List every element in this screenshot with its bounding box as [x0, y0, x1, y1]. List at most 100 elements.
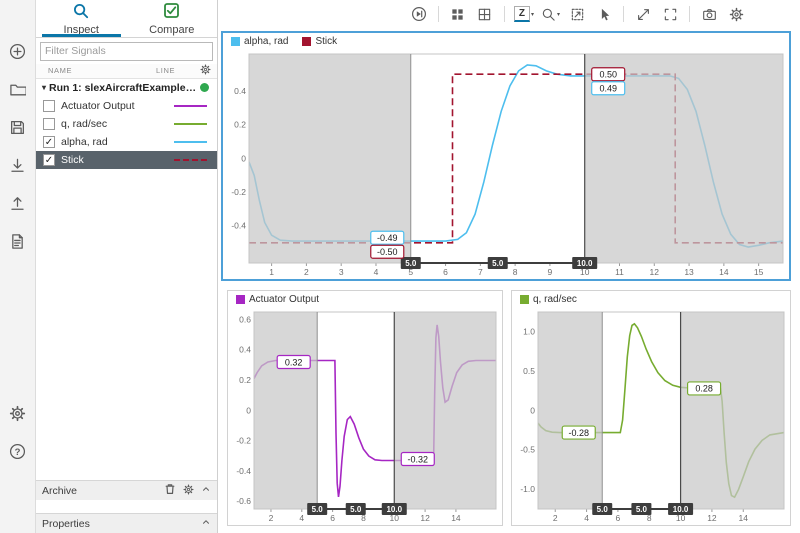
- layout-grid-icon[interactable]: [448, 4, 468, 24]
- zoom-time-button[interactable]: Z ▾: [513, 6, 534, 22]
- cursor-value: 0.28: [695, 384, 713, 394]
- x-tick-label: 2: [304, 267, 309, 277]
- x-tick-label: 14: [739, 513, 749, 523]
- compare-check-icon: [163, 2, 181, 23]
- toolbar-separator: [623, 6, 624, 22]
- open-folder-icon[interactable]: [7, 78, 29, 100]
- archive-gear-icon[interactable]: [183, 483, 194, 498]
- plot-canvas-q[interactable]: 1.00.50-0.5-1.02 4 6 8 10 12 145.0 5.0 10.0-0.28…: [512, 307, 790, 525]
- legend-item[interactable]: q, rad/sec: [520, 294, 577, 305]
- preferences-gear-icon[interactable]: [7, 402, 29, 424]
- import-icon[interactable]: [7, 154, 29, 176]
- signal-checkbox[interactable]: ✓: [43, 153, 55, 166]
- signal-row-q-rad-sec[interactable]: q, rad/sec: [36, 115, 217, 133]
- cursor-delta-badge-label: 5.0: [636, 505, 648, 514]
- x-tick-label: 7: [478, 267, 483, 277]
- legend-swatch-icon: [231, 36, 240, 46]
- x-tick-label: 13: [684, 267, 694, 277]
- cursor2-time-badge-label: 10.0: [673, 505, 689, 514]
- signal-checkbox[interactable]: ✓: [43, 135, 55, 148]
- signals-panel: Inspect Compare NAME LINE ▾ Run 1: slexA…: [36, 0, 218, 533]
- zoom-dropdown-button[interactable]: ▾: [541, 7, 560, 22]
- signal-checkbox[interactable]: [43, 99, 55, 112]
- plot-canvas-actuator-output[interactable]: 0.60.40.20-0.2-0.4-0.62 4 6 8 10 12 145.0 5.0 10…: [228, 307, 502, 525]
- cursor-value: 0.32: [285, 357, 303, 367]
- add-icon[interactable]: [7, 40, 29, 62]
- tab-compare[interactable]: Compare: [127, 0, 218, 37]
- column-line: LINE: [156, 66, 176, 75]
- signal-checkbox[interactable]: [43, 117, 55, 130]
- x-tick-label: 14: [451, 513, 461, 523]
- legend-item[interactable]: Actuator Output: [236, 294, 319, 305]
- plot-panel-q[interactable]: q, rad/sec 1.0 0.5 0 -0.5 -1.0 2 4 6 8 10 12 14 5.0 5…: [511, 290, 791, 526]
- dim-region-right: [394, 312, 496, 509]
- x-tick-label: 6: [616, 513, 621, 523]
- layout-subplots-icon[interactable]: [475, 4, 495, 24]
- fit-to-view-icon[interactable]: [567, 4, 587, 24]
- search-icon: [72, 2, 90, 23]
- signal-line-sample-icon: [174, 104, 207, 107]
- legend-label: Stick: [315, 35, 338, 47]
- table-gear-icon[interactable]: [200, 64, 211, 77]
- x-tick-label: 11: [615, 267, 624, 277]
- help-icon[interactable]: ?: [7, 440, 29, 462]
- legend-item[interactable]: Stick: [302, 36, 337, 47]
- signal-row-actuator-output[interactable]: Actuator Output: [36, 97, 217, 115]
- properties-bar[interactable]: Properties: [36, 513, 217, 533]
- properties-chevron-up-icon[interactable]: [201, 517, 211, 530]
- x-tick-label: 1: [269, 267, 274, 277]
- plot-settings-gear-icon[interactable]: [726, 4, 746, 24]
- x-tick-label: 4: [299, 513, 304, 523]
- export-icon[interactable]: [7, 192, 29, 214]
- plot-legend: alpha, rad Stick: [223, 33, 789, 49]
- y-tick-label: -0.2: [231, 187, 246, 197]
- archive-chevron-up-icon[interactable]: [201, 484, 211, 497]
- x-tick-label: 6: [330, 513, 335, 523]
- toolbar-separator: [503, 6, 505, 22]
- cursor-value: 0.49: [599, 84, 617, 94]
- y-tick-label: 0: [246, 405, 251, 415]
- chevron-down-icon: ▾: [530, 11, 534, 18]
- signal-name: Stick: [61, 153, 84, 166]
- legend-label: alpha, rad: [244, 35, 289, 47]
- expand-icon[interactable]: [633, 4, 653, 24]
- pointer-icon[interactable]: [594, 4, 614, 24]
- snapshot-camera-icon[interactable]: [699, 4, 719, 24]
- toolbar-separator: [437, 6, 439, 22]
- x-tick-label: 12: [650, 267, 660, 277]
- x-tick-label: 2: [553, 513, 558, 523]
- signal-row-stick[interactable]: ✓ Stick: [36, 150, 217, 169]
- archive-label: Archive: [42, 484, 78, 497]
- tab-inspect[interactable]: Inspect: [36, 0, 127, 37]
- run-expand-caret-icon[interactable]: ▾: [42, 83, 46, 92]
- fullscreen-icon[interactable]: [660, 4, 680, 24]
- y-tick-label: 0.4: [234, 86, 246, 96]
- legend-swatch-icon: [302, 36, 312, 46]
- legend-item[interactable]: alpha, rad: [231, 36, 288, 47]
- dim-region-right: [680, 312, 784, 509]
- archive-bar[interactable]: Archive: [36, 480, 217, 500]
- plot-legend: Actuator Output: [228, 291, 502, 307]
- dim-region-left: [254, 312, 318, 509]
- cursor2-time-badge-label: 10.0: [386, 505, 402, 514]
- legend-swatch-icon: [520, 294, 529, 304]
- trash-icon[interactable]: [164, 483, 176, 498]
- y-tick-label: 0.5: [523, 366, 535, 376]
- chevron-down-icon: ▾: [556, 11, 560, 18]
- step-forward-icon[interactable]: [409, 4, 429, 24]
- filter-signals-input[interactable]: [40, 41, 213, 61]
- save-icon[interactable]: [7, 116, 29, 138]
- x-tick-label: 2: [269, 513, 274, 523]
- run-row[interactable]: ▾ Run 1: slexAircraftExample [Current]: [36, 79, 217, 97]
- plot-canvas-alpha-stick[interactable]: 0.40.20-0.2-0.41 2 3 4 5 6 7 8 9 10 11 12 13 14 155.0 5…: [223, 49, 789, 279]
- cursor-value: -0.49: [377, 233, 398, 243]
- signal-row-alpha-rad[interactable]: ✓ alpha, rad: [36, 133, 217, 151]
- run-status-green-dot-icon: [200, 83, 209, 92]
- create-report-icon[interactable]: [7, 230, 29, 252]
- plots-container: alpha, rad Stick 0.4 0.2 0 -0.2 -0.4 1 2 3 4 5 6 7 8 9…: [218, 28, 800, 533]
- cursor1-time-badge-label: 5.0: [597, 505, 609, 514]
- plot-panel-alpha-stick[interactable]: alpha, rad Stick 0.4 0.2 0 -0.2 -0.4 1 2 3 4 5 6 7 8 9…: [221, 31, 791, 281]
- y-tick-label: 0.2: [239, 375, 251, 385]
- plot-panel-actuator-output[interactable]: Actuator Output 0.6 0.4 0.2 0 -0.2 -0.4 -0.6 2 4…: [227, 290, 503, 526]
- y-tick-label: 0.2: [234, 120, 246, 130]
